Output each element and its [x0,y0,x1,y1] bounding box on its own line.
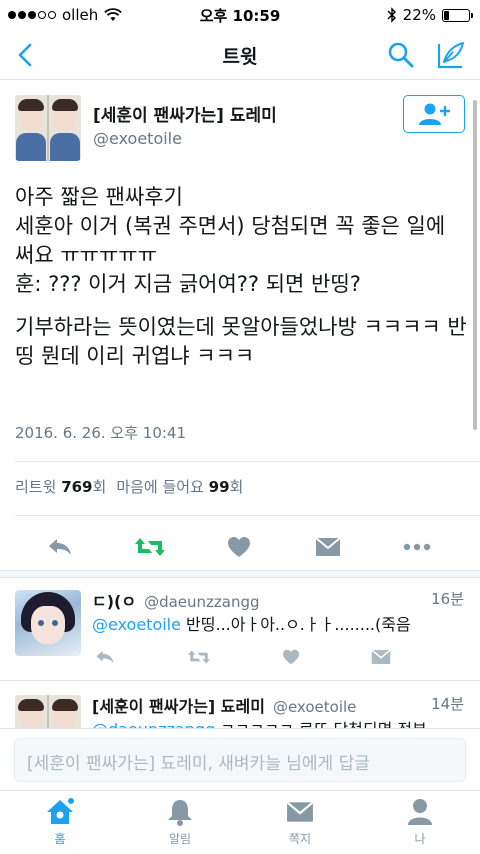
add-user-icon [419,103,450,125]
battery-icon [442,8,473,22]
more-dots-icon [403,543,431,551]
author-name[interactable]: [세훈이 팬싸가는] 됴레미 [93,101,277,126]
reply-mention[interactable]: @daeunzzangg [92,720,215,728]
tweet-text: 아주 짧은 팬싸후기 세훈아 이거 (복권 주면서) 당첨되면 꼭 좋은 일에 … [15,183,470,371]
reply-retweet-button[interactable] [186,644,212,670]
author-avatar[interactable] [15,95,81,161]
compose-feather-icon [437,42,464,69]
tab-notifications-label: 알림 [168,832,192,846]
tab-me-label: 나 [414,832,426,846]
reply-icon [96,650,114,664]
reply-time: 16분 [431,590,464,608]
status-bar: olleh 오후 10:59 22% [0,0,480,30]
divider [15,461,480,462]
reply-author-handle: @exoetoile [272,698,357,716]
tweet-text-paragraph-2: 기부하라는 뜻이였는데 못알아들었나방 ㅋㅋㅋㅋ 반띵 뭔데 이리 귀엽냐 ㅋㅋ… [15,315,467,368]
battery-percent: 22% [402,6,436,24]
reply-avatar[interactable] [15,590,81,656]
likes-stat[interactable]: 마음에 들어요 99회 [116,476,243,497]
battery-level-fill [444,10,450,20]
tab-home-label: 홈 [54,832,66,846]
tweet-author: [세훈이 팬싸가는] 됴레미 @exoetoile [15,95,465,161]
heart-icon [228,537,250,557]
bluetooth-icon [387,7,396,23]
bell-icon [165,797,195,827]
reply-time: 14분 [431,695,464,713]
signal-strength-icon [8,11,56,19]
compose-tweet-button[interactable] [434,38,468,72]
reply-mention[interactable]: @exoetoile [92,615,181,634]
likes-label: 마음에 들어요 [116,478,204,496]
section-separator [0,570,480,578]
tab-messages[interactable]: 쪽지 [260,797,340,853]
reply-author[interactable]: ㄷ)(ㅇ @daeunzzangg [92,588,260,612]
author-handle[interactable]: @exoetoile [93,129,182,148]
navigation-bar: 트윗 [0,30,480,80]
like-button[interactable] [219,527,259,567]
reply-author-handle: @daeunzzangg [144,593,260,611]
person-icon [405,797,435,827]
reply-item[interactable]: ㄷ)(ㅇ @daeunzzangg 16분 @exoetoile 반띵...아ㅏ아… [0,578,480,678]
tab-bar: 홈 알림 쪽지 나 [0,790,480,854]
reply-author-name: ㄷ)(ㅇ [92,592,137,611]
scrollbar[interactable] [473,100,477,430]
tab-home[interactable]: 홈 [20,797,100,853]
retweets-unit: 회 [92,478,107,496]
envelope-icon [315,537,341,556]
reply-body: ㅋㅋㅋㅋㅋ 로또 당첨되면 정부 [215,720,427,728]
retweets-count: 769 [61,478,93,496]
tweet-stats: 리트윗 769회 마음에 들어요 99회 [15,476,243,497]
reply-reply-button[interactable] [92,644,118,670]
more-options-button[interactable] [397,527,437,567]
divider [15,515,480,516]
reply-like-button[interactable] [278,644,304,670]
reply-avatar[interactable] [15,695,81,728]
likes-unit: 회 [229,478,244,496]
retweet-button[interactable] [130,527,170,567]
likes-count: 99 [208,478,230,496]
envelope-icon [285,797,315,827]
reply-composer: [세훈이 팬싸가는] 됴레미, 새벼카늘 님에게 답글 [0,728,480,790]
tweet-actions [0,527,480,567]
status-left: olleh [8,6,123,24]
heart-icon [283,649,299,665]
retweet-icon [135,538,165,556]
retweet-icon [188,650,210,664]
follow-button[interactable] [403,95,465,133]
reply-text: @daeunzzangg ㅋㅋㅋㅋㅋ 로또 당첨되면 정부 [92,716,464,728]
reply-input[interactable]: [세훈이 팬싸가는] 됴레미, 새벼카늘 님에게 답글 [14,738,466,782]
tab-messages-label: 쪽지 [288,832,312,846]
tweet-text-paragraph-1: 아주 짧은 팬싸후기 세훈아 이거 (복권 주면서) 당첨되면 꼭 좋은 일에 … [15,185,446,296]
carrier-label: olleh [62,6,99,24]
search-icon [388,42,414,68]
tweet-timestamp: 2016. 6. 26. 오후 10:41 [15,424,187,442]
reply-item[interactable]: [세훈이 팬싸가는] 됴레미 @exoetoile 14분 @daeunzzang… [0,683,480,728]
reply-body: 반띵...아ㅏ아..ㅇ.ㅏㅏ........(죽음 [180,615,411,634]
direct-message-button[interactable] [308,527,348,567]
reply-message-button[interactable] [368,644,394,670]
reply-actions [92,644,412,670]
home-icon [45,797,75,827]
reply-button[interactable] [40,527,80,567]
tab-notifications[interactable]: 알림 [140,797,220,853]
search-button[interactable] [384,38,418,72]
reply-author-name: [세훈이 팬싸가는] 됴레미 [92,697,265,716]
wifi-icon [104,8,123,21]
tab-me[interactable]: 나 [380,797,460,853]
retweets-label: 리트윗 [15,478,57,496]
retweet-stat[interactable]: 리트윗 769회 [15,476,106,497]
status-right: 22% [387,6,473,24]
reply-text: @exoetoile 반띵...아ㅏ아..ㅇ.ㅏㅏ........(죽음 [92,611,464,635]
divider [0,680,480,681]
reply-icon [49,539,71,555]
reply-author[interactable]: [세훈이 팬싸가는] 됴레미 @exoetoile [92,693,356,717]
envelope-icon [371,649,391,664]
home-notification-dot [67,797,75,805]
